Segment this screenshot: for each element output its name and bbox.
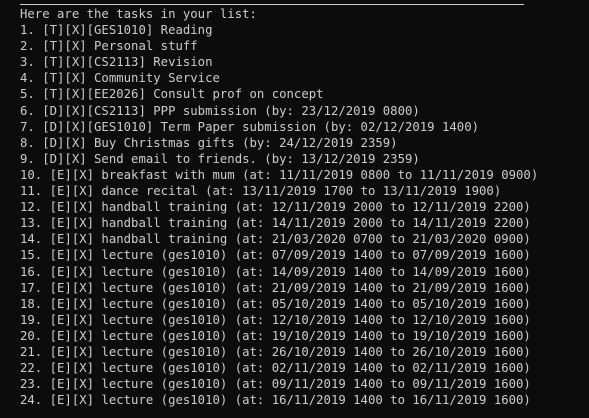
task-line: 11. [E][X] dance recital (at: 13/11/2019… <box>20 184 502 199</box>
task-line: 3. [T][X][CS2113] Revision <box>20 55 213 70</box>
task-line: 15. [E][X] lecture (ges1010) (at: 07/09/… <box>20 248 531 263</box>
task-line: 5. [T][X][EE2026] Consult prof on concep… <box>20 87 324 102</box>
task-line: 20. [E][X] lecture (ges1010) (at: 19/10/… <box>20 328 531 343</box>
task-line: 23. [E][X] lecture (ges1010) (at: 09/11/… <box>20 377 531 392</box>
task-line: 16. [E][X] lecture (ges1010) (at: 14/09/… <box>20 264 531 279</box>
task-line: 22. [E][X] lecture (ges1010) (at: 02/11/… <box>20 361 531 376</box>
task-line: 19. [E][X] lecture (ges1010) (at: 12/10/… <box>20 312 531 327</box>
task-line: 6. [D][X][CS2113] PPP submission (by: 23… <box>20 103 420 118</box>
task-line: 10. [E][X] breakfast with mum (at: 11/11… <box>20 167 539 182</box>
task-line: 8. [D][X] Buy Christmas gifts (by: 24/12… <box>20 135 398 150</box>
task-line: 13. [E][X] handball training (at: 14/11/… <box>20 216 531 231</box>
task-line: 24. [E][X] lecture (ges1010) (at: 16/11/… <box>20 393 531 408</box>
task-line: 9. [D][X] Send email to friends. (by: 13… <box>20 151 420 166</box>
divider-line <box>20 4 524 5</box>
task-line: 2. [T][X] Personal stuff <box>20 39 198 54</box>
task-line: 4. [T][X] Community Service <box>20 71 220 86</box>
task-line: 21. [E][X] lecture (ges1010) (at: 26/10/… <box>20 344 531 359</box>
task-line: 14. [E][X] handball training (at: 21/03/… <box>20 232 531 247</box>
terminal-output: Here are the tasks in your list: 1. [T][… <box>0 0 589 418</box>
task-list: Here are the tasks in your list: 1. [T][… <box>20 6 538 408</box>
task-line: 17. [E][X] lecture (ges1010) (at: 21/09/… <box>20 280 531 295</box>
list-header: Here are the tasks in your list: <box>20 7 257 21</box>
task-line: 12. [E][X] handball training (at: 12/11/… <box>20 200 531 215</box>
task-line: 7. [D][X][GES1010] Term Paper submission… <box>20 119 480 134</box>
task-line: 1. [T][X][GES1010] Reading <box>20 23 213 38</box>
task-line: 18. [E][X] lecture (ges1010) (at: 05/10/… <box>20 296 531 311</box>
